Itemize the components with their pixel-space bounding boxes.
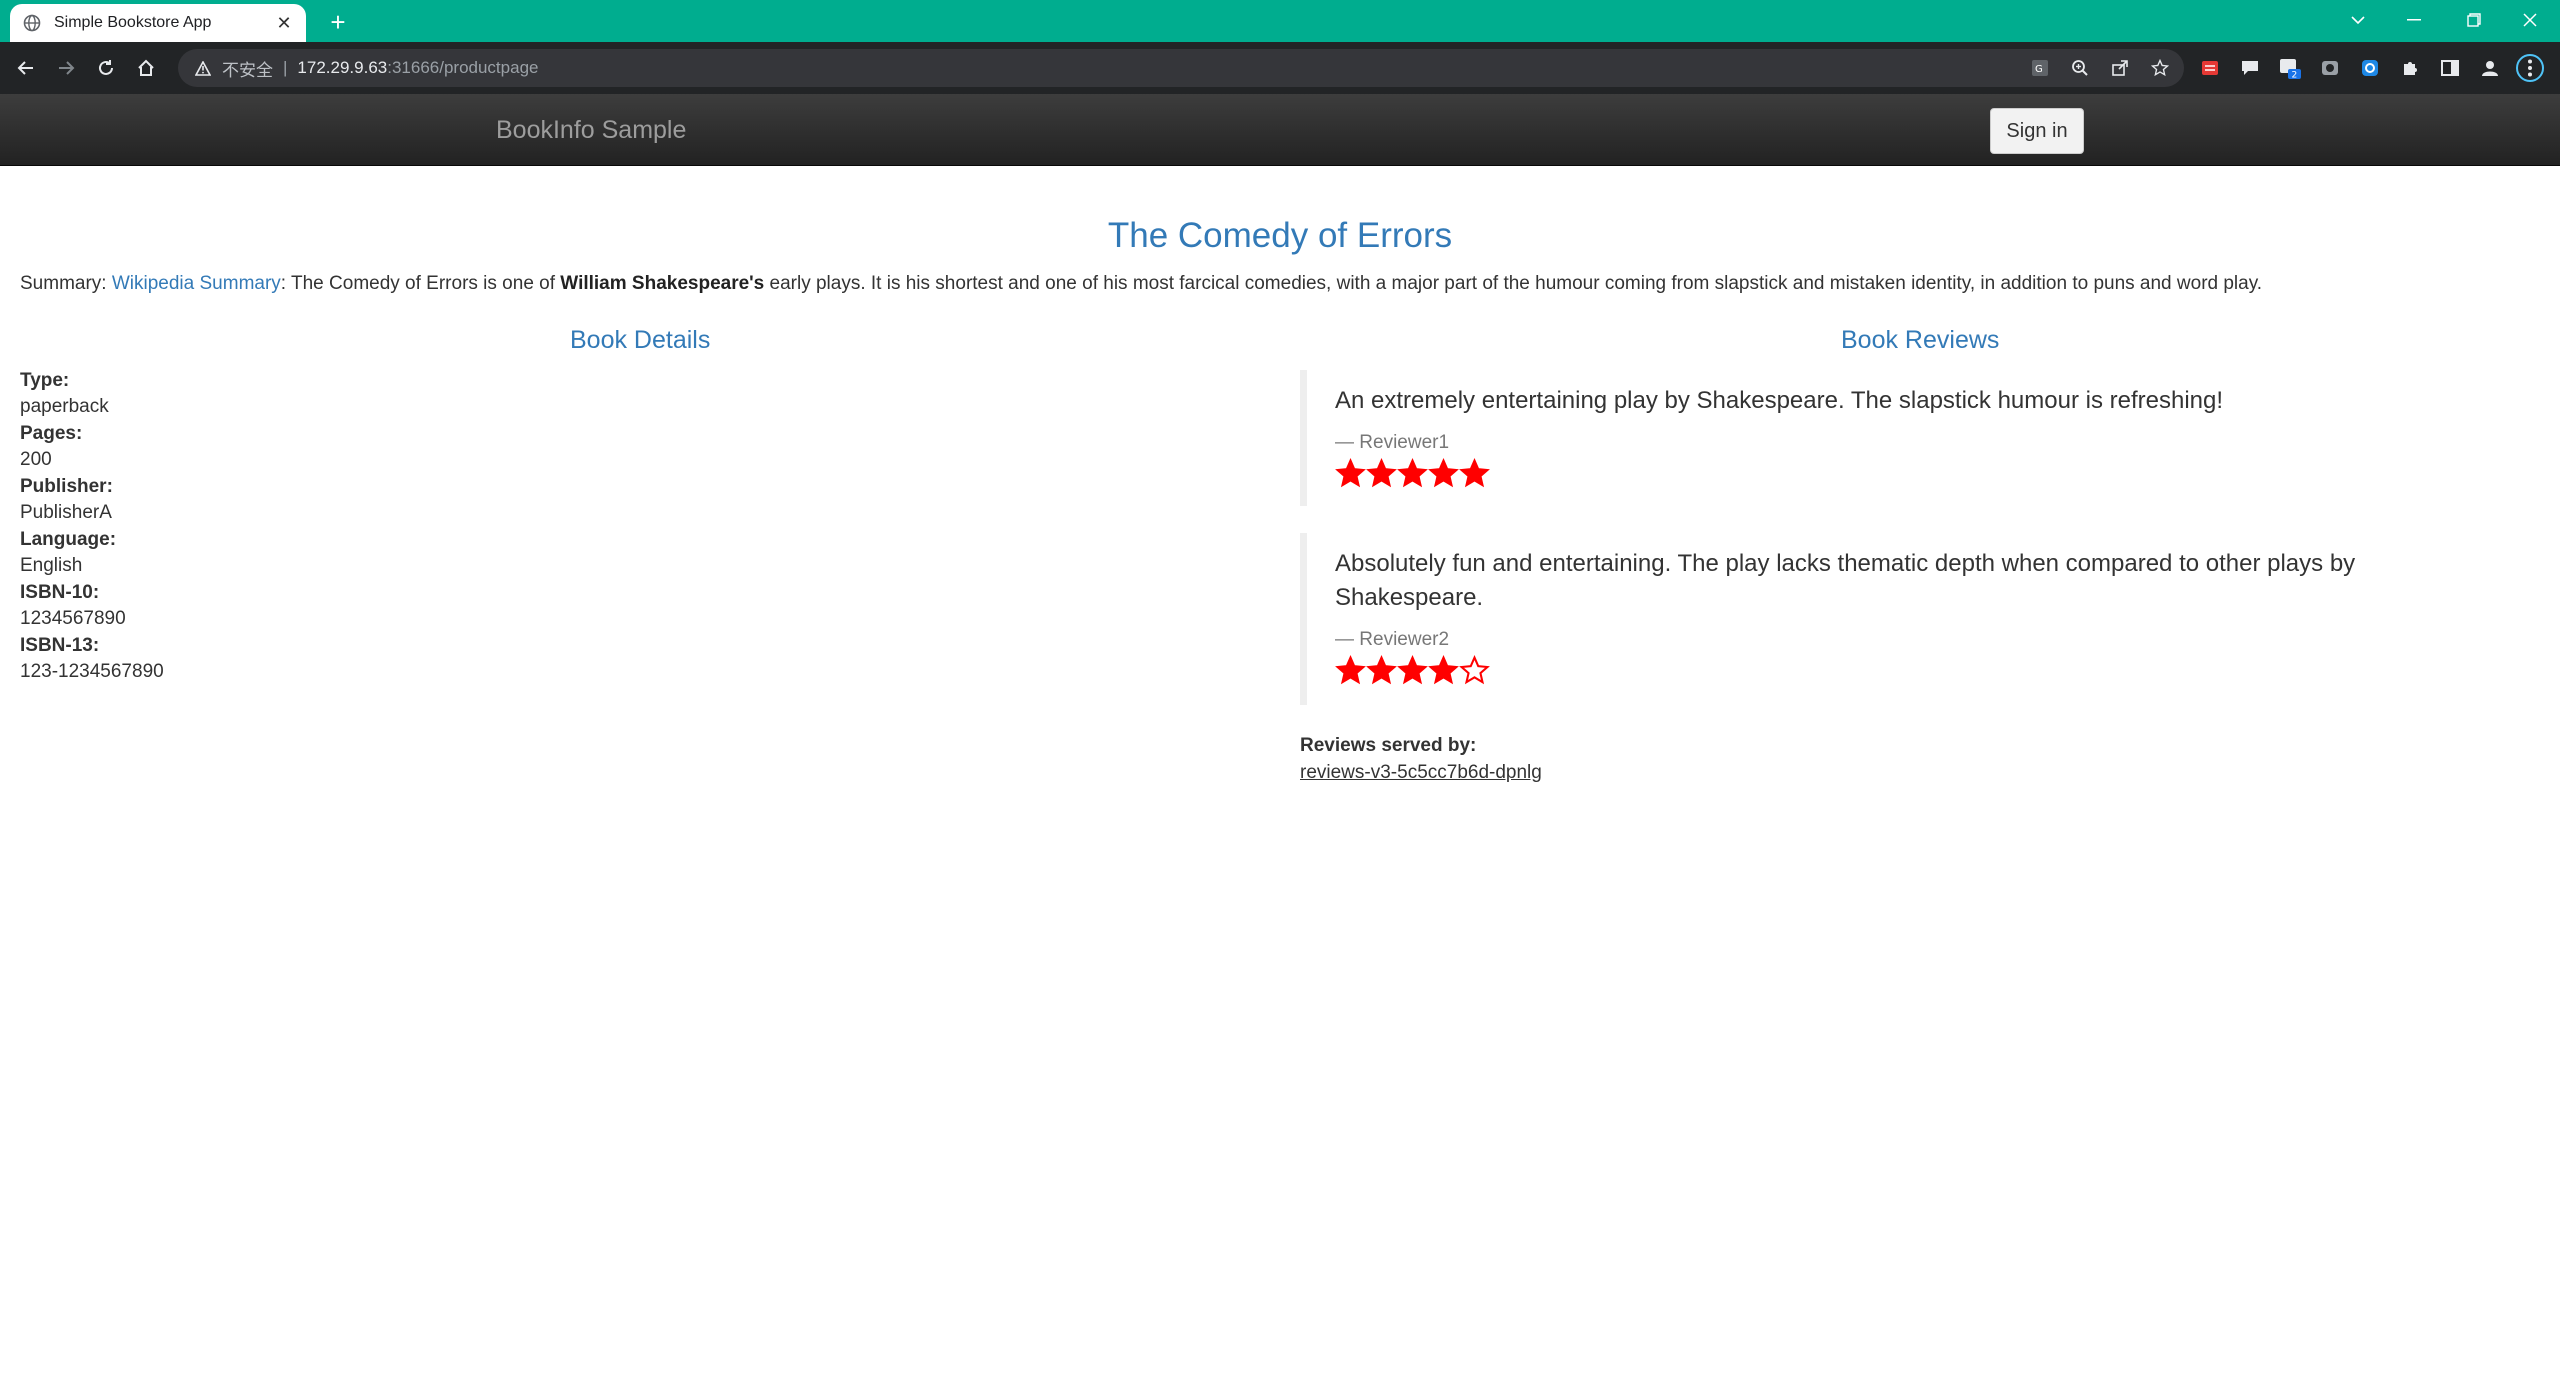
star-filled-icon xyxy=(1335,458,1366,488)
browser-tab[interactable]: Simple Bookstore App ✕ xyxy=(10,4,306,42)
menu-kebab-icon[interactable] xyxy=(2514,52,2546,84)
extension-red-icon[interactable] xyxy=(2194,52,2226,84)
book-summary: Summary: Wikipedia Summary: The Comedy o… xyxy=(20,273,2262,295)
detail-label-isbn13: ISBN-13: xyxy=(20,635,100,656)
extension-camera-icon[interactable] xyxy=(2314,52,2346,84)
detail-label-pages: Pages: xyxy=(20,423,83,444)
review-stars xyxy=(1335,458,2400,489)
star-filled-icon xyxy=(1366,458,1397,488)
star-filled-icon xyxy=(1397,458,1428,488)
globe-icon xyxy=(22,13,42,33)
star-filled-icon xyxy=(1335,655,1366,685)
url-path: :31666/productpage xyxy=(387,58,539,77)
star-filled-icon xyxy=(1459,458,1490,488)
book-title: The Comedy of Errors xyxy=(1107,216,1453,255)
detail-value-publisher: PublisherA xyxy=(20,502,112,523)
review-card: Absolutely fun and entertaining. The pla… xyxy=(1300,533,2400,705)
book-details-list: Type: paperback Pages: 200 Publisher: Pu… xyxy=(20,370,620,688)
extension-badge-count: 2 xyxy=(2292,71,2298,81)
star-filled-icon xyxy=(1428,655,1459,685)
url-host: 172.29.9.63 xyxy=(297,58,388,77)
star-filled-icon xyxy=(1428,458,1459,488)
detail-label-language: Language: xyxy=(20,529,117,550)
insecure-label: 不安全 xyxy=(222,60,273,80)
detail-value-isbn13: 123-1234567890 xyxy=(20,661,164,682)
extensions-puzzle-icon[interactable] xyxy=(2394,52,2426,84)
review-stars xyxy=(1335,655,2400,686)
minimize-icon[interactable] xyxy=(2386,0,2442,40)
back-icon[interactable] xyxy=(10,52,42,84)
browser-tabstrip: Simple Bookstore App ✕ + xyxy=(0,0,2560,42)
detail-label-isbn10: ISBN-10: xyxy=(20,582,100,603)
review-card: An extremely entertaining play by Shakes… xyxy=(1300,370,2400,506)
tab-search-icon[interactable] xyxy=(2330,0,2386,40)
address-bar[interactable]: 不安全 | 172.29.9.63:31666/productpage xyxy=(178,49,2184,87)
book-reviews-heading: Book Reviews xyxy=(1841,326,2000,354)
star-empty-icon xyxy=(1459,655,1490,685)
detail-value-type: paperback xyxy=(20,396,109,417)
summary-text-mid: : The Comedy of Errors is one of xyxy=(280,273,561,294)
reviewer-name: — Reviewer2 xyxy=(1335,629,1450,650)
detail-value-isbn10: 1234567890 xyxy=(20,608,126,629)
side-panel-icon[interactable] xyxy=(2434,52,2466,84)
summary-text-end: early plays. It is his shortest and one … xyxy=(764,273,2263,294)
detail-label-publisher: Publisher: xyxy=(20,476,113,497)
review-text: Absolutely fun and entertaining. The pla… xyxy=(1335,550,2356,611)
close-window-icon[interactable] xyxy=(2502,0,2558,40)
detail-value-pages: 200 xyxy=(20,449,52,470)
new-tab-icon[interactable]: + xyxy=(322,6,354,38)
book-details-heading: Book Details xyxy=(570,326,711,354)
translate-icon[interactable]: G xyxy=(2024,52,2056,84)
tab-title: Simple Bookstore App xyxy=(54,14,212,31)
forward-icon[interactable] xyxy=(50,52,82,84)
warning-icon[interactable] xyxy=(192,57,214,79)
restore-icon[interactable] xyxy=(2446,0,2502,40)
reload-icon[interactable] xyxy=(90,52,122,84)
navbar-brand[interactable]: BookInfo Sample xyxy=(496,116,686,145)
home-icon[interactable] xyxy=(130,52,162,84)
extension-chat-icon[interactable] xyxy=(2234,52,2266,84)
reviewer-name: — Reviewer1 xyxy=(1335,432,1450,453)
reviews-served-by-value: reviews-v3-5c5cc7b6d-dpnlg xyxy=(1300,762,1542,783)
star-filled-icon xyxy=(1397,655,1428,685)
extension-blue-icon[interactable] xyxy=(2354,52,2386,84)
star-filled-icon xyxy=(1366,655,1397,685)
sign-in-button[interactable]: Sign in xyxy=(1990,108,2084,154)
svg-text:G: G xyxy=(2035,64,2043,75)
extension-badge-icon[interactable]: 2 xyxy=(2274,52,2306,84)
share-icon[interactable] xyxy=(2104,52,2136,84)
detail-label-type: Type: xyxy=(20,370,70,391)
summary-author: William Shakespeare's xyxy=(560,273,765,294)
close-tab-icon[interactable]: ✕ xyxy=(274,13,294,33)
detail-value-language: English xyxy=(20,555,83,576)
zoom-icon[interactable] xyxy=(2064,52,2096,84)
profile-icon[interactable] xyxy=(2474,52,2506,84)
summary-prefix: Summary: xyxy=(20,273,112,294)
app-navbar: BookInfo Sample Sign in xyxy=(0,94,2560,166)
wikipedia-summary-link[interactable]: Wikipedia Summary xyxy=(112,273,281,294)
browser-toolbar: 不安全 | 172.29.9.63:31666/productpage G 2 xyxy=(0,42,2560,94)
url-separator: | xyxy=(283,58,288,77)
bookmark-star-icon[interactable] xyxy=(2144,52,2176,84)
reviews-served-by-label: Reviews served by: xyxy=(1300,735,1477,756)
review-text: An extremely entertaining play by Shakes… xyxy=(1335,387,2224,414)
